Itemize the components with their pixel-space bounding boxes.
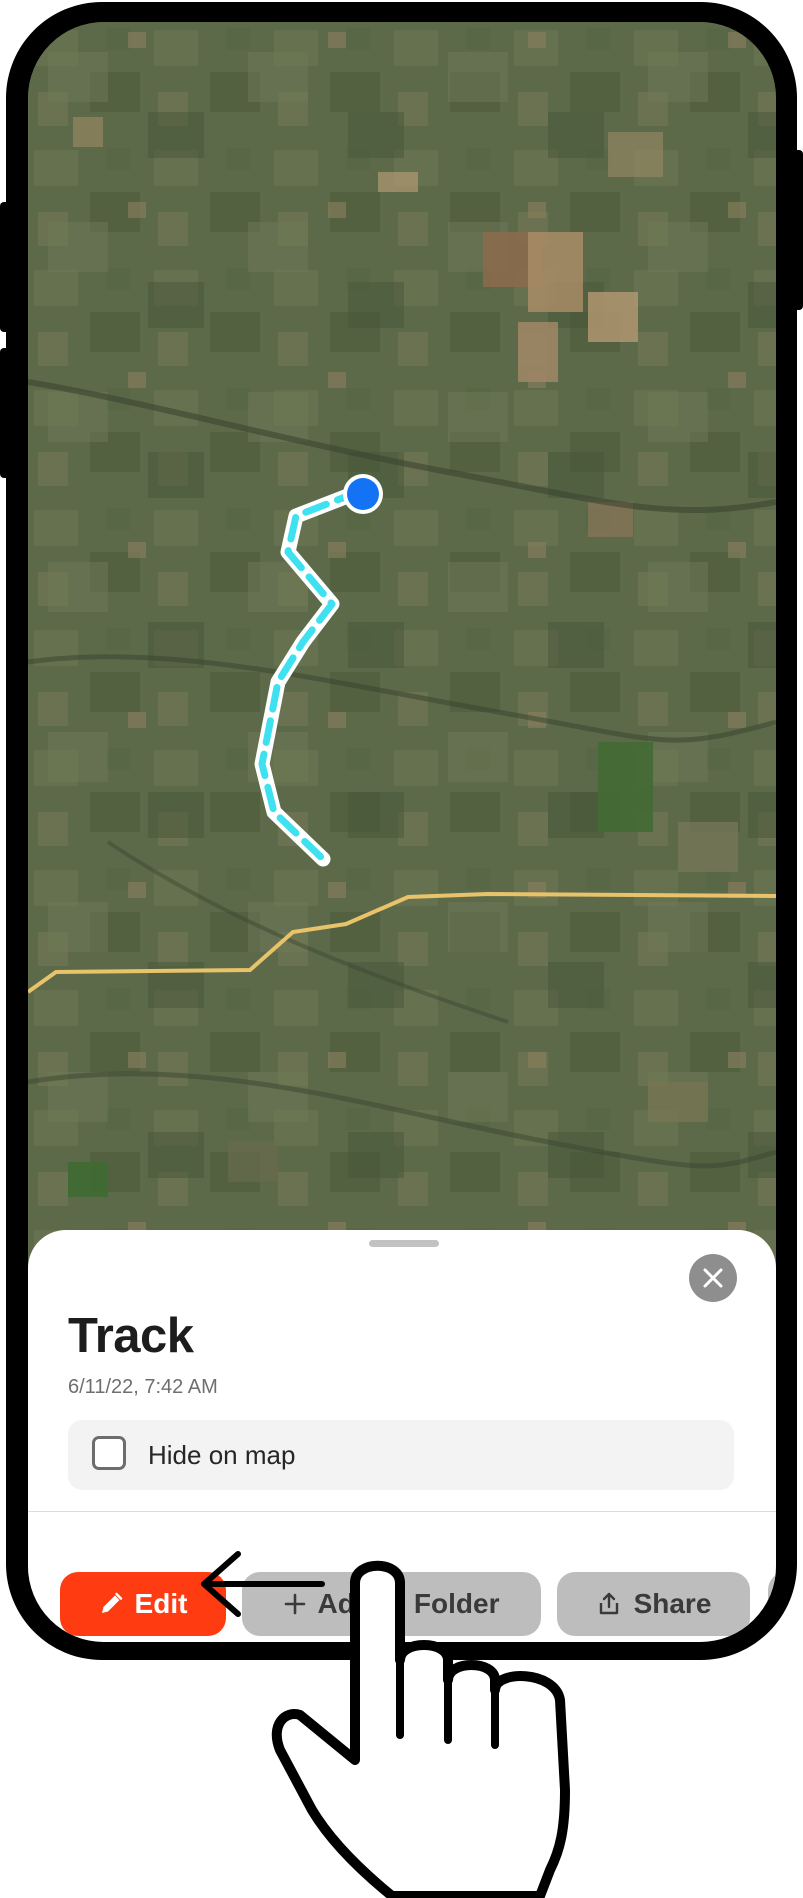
- share-button[interactable]: Share: [557, 1572, 750, 1636]
- track-title: Track: [68, 1309, 194, 1363]
- more-actions-button[interactable]: [768, 1572, 776, 1636]
- phone-side-button: [793, 150, 803, 310]
- hide-on-map-row[interactable]: Hide on map: [68, 1420, 734, 1490]
- hide-on-map-label: Hide on map: [148, 1440, 296, 1470]
- pencil-icon: [101, 1592, 122, 1613]
- add-to-folder-button[interactable]: Add to Folder: [242, 1572, 541, 1636]
- edit-button[interactable]: Edit: [60, 1572, 226, 1636]
- add-to-folder-label: Add to Folder: [317, 1588, 500, 1619]
- plus-icon: [284, 1593, 305, 1615]
- track-details-sheet: Track 6/11/22, 7:42 AM Hide on map Edit …: [28, 1230, 776, 1642]
- sheet-grabber[interactable]: [369, 1240, 439, 1247]
- track-timestamp: 6/11/22, 7:42 AM: [68, 1376, 218, 1398]
- close-icon: [703, 1268, 723, 1288]
- location-dot[interactable]: [347, 478, 379, 510]
- phone-side-button: [0, 348, 10, 478]
- close-button[interactable]: [689, 1254, 737, 1302]
- divider: [28, 1511, 776, 1512]
- phone-side-button: [0, 202, 10, 332]
- hide-on-map-checkbox[interactable]: [92, 1436, 126, 1470]
- share-button-label: Share: [633, 1588, 712, 1619]
- app-screen: Track 6/11/22, 7:42 AM Hide on map Edit …: [28, 22, 776, 1642]
- edit-button-label: Edit: [134, 1588, 188, 1619]
- share-icon: [599, 1592, 618, 1615]
